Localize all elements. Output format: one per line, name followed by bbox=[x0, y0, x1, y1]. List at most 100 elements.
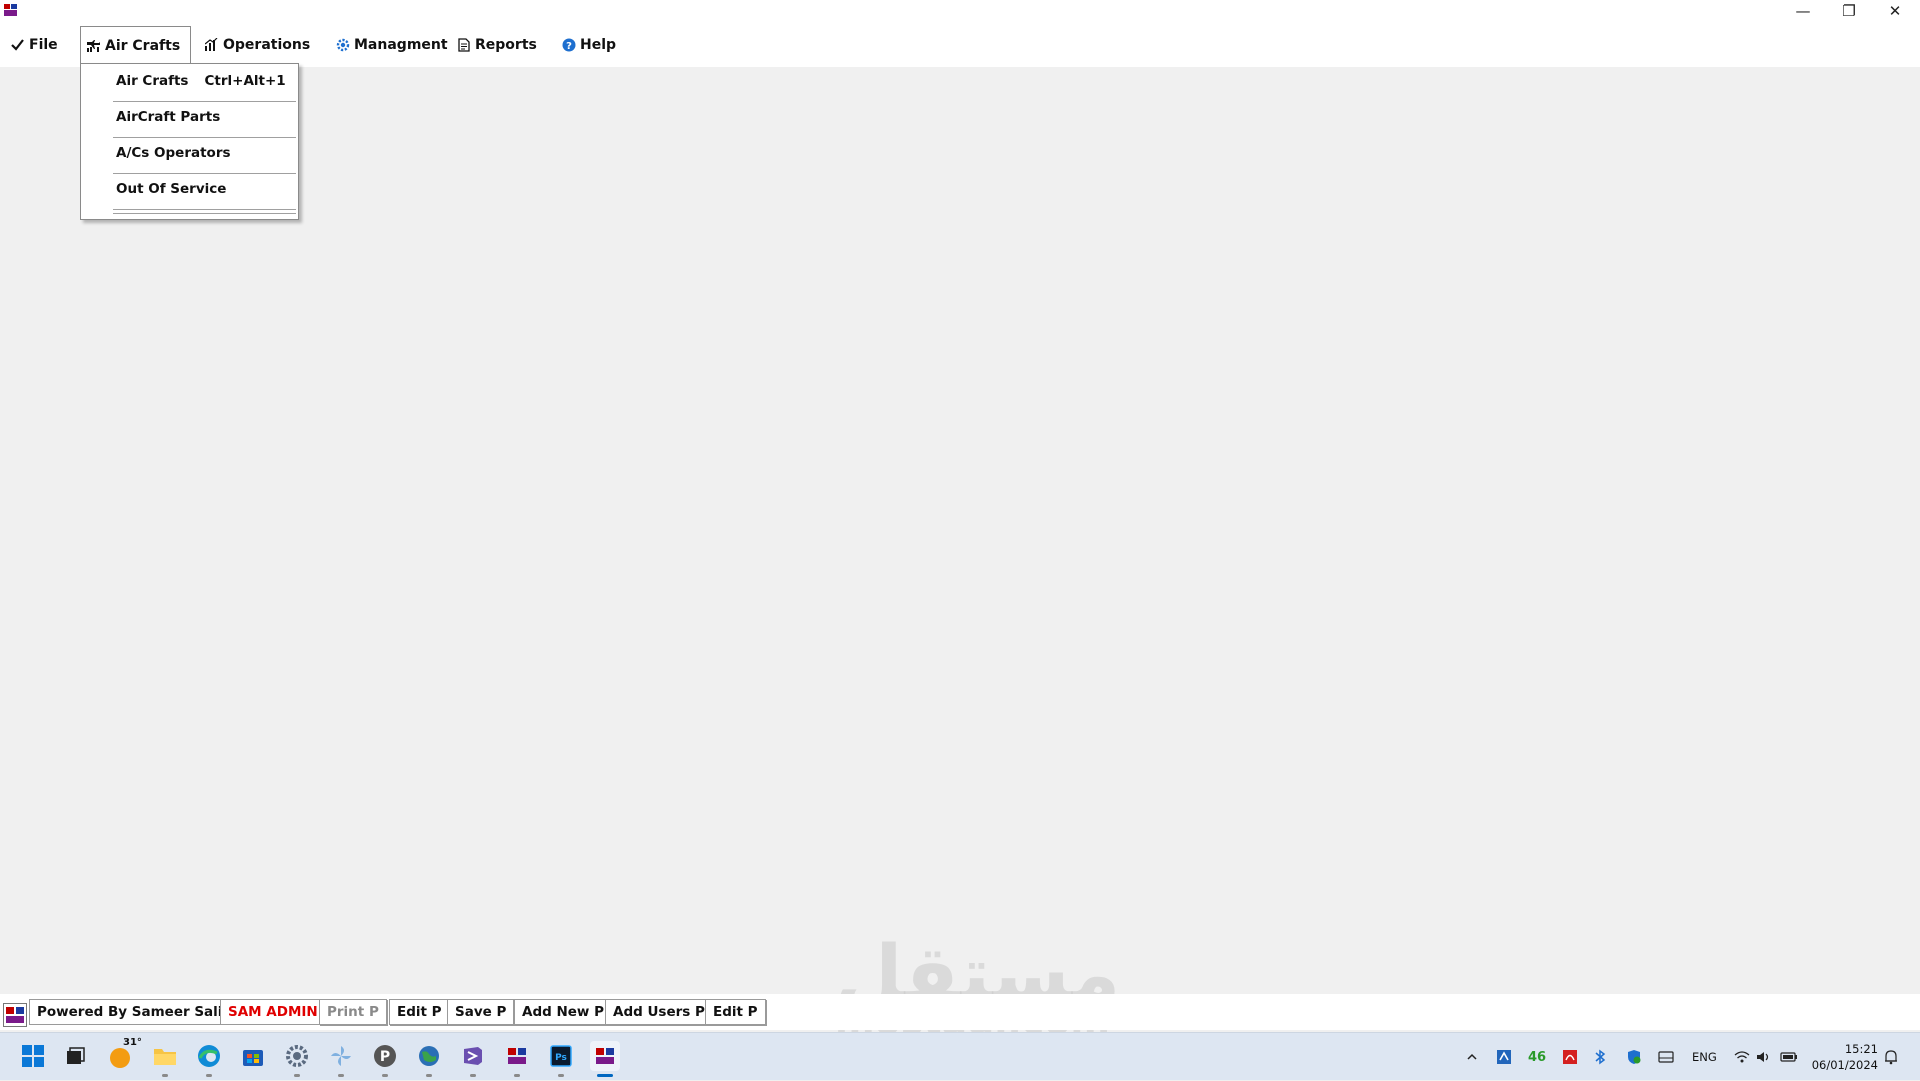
title-bar: — ❐ ✕ bbox=[0, 0, 1920, 22]
bluetooth-icon bbox=[1595, 1049, 1606, 1065]
menu-reports-label: Reports bbox=[475, 36, 537, 53]
help-icon: ? bbox=[561, 37, 576, 52]
photoshop-icon: Ps bbox=[550, 1045, 572, 1067]
menu-separator bbox=[113, 213, 296, 214]
tray-battery-icon[interactable] bbox=[1780, 1033, 1798, 1081]
restore-icon: ❐ bbox=[1842, 2, 1856, 20]
store-icon bbox=[243, 1050, 263, 1066]
dropdown-item-label: Air Crafts bbox=[116, 73, 189, 89]
close-button[interactable]: ✕ bbox=[1872, 0, 1918, 22]
svg-text:Ps: Ps bbox=[555, 1053, 567, 1063]
weather-widget[interactable]: 31° bbox=[105, 1037, 142, 1071]
file-explorer-button[interactable] bbox=[150, 1041, 180, 1077]
status-strip: Powered By Sameer Salih SAM ADMIN Print … bbox=[0, 994, 1920, 1030]
menu-help[interactable]: ? Help bbox=[561, 27, 616, 62]
user-name-text: SAM ADMIN bbox=[228, 1004, 318, 1020]
permission-text: Save P bbox=[455, 1004, 507, 1020]
weather-temperature: 31° bbox=[123, 1037, 142, 1048]
menu-reports[interactable]: Reports bbox=[456, 27, 537, 62]
clock-date: 06/01/2024 bbox=[1811, 1058, 1878, 1072]
print-permission: Print P bbox=[319, 999, 387, 1025]
svg-text:?: ? bbox=[566, 41, 572, 52]
tray-volume-icon[interactable] bbox=[1756, 1033, 1772, 1081]
menu-file-label: File bbox=[29, 36, 58, 53]
globe-icon bbox=[419, 1046, 439, 1066]
task-view-button[interactable] bbox=[60, 1041, 90, 1071]
task-view-icon bbox=[67, 1047, 85, 1064]
wifi-icon bbox=[1734, 1051, 1750, 1063]
windows-icon bbox=[22, 1045, 44, 1067]
clock-time: 15:21 bbox=[1844, 1042, 1878, 1056]
powered-by-text: Powered By Sameer Salih bbox=[37, 1004, 233, 1020]
show-hidden-icons-button[interactable] bbox=[1466, 1033, 1478, 1081]
app-window-button[interactable] bbox=[502, 1041, 532, 1077]
notifications-button[interactable] bbox=[1884, 1033, 1898, 1081]
tray-pdf-icon[interactable] bbox=[1562, 1033, 1578, 1081]
save-permission: Save P bbox=[447, 999, 515, 1025]
active-app-button[interactable] bbox=[590, 1041, 620, 1077]
photoshop-button[interactable]: Ps bbox=[546, 1041, 576, 1077]
minimize-button[interactable]: — bbox=[1780, 0, 1826, 22]
edge-browser-button[interactable] bbox=[194, 1041, 224, 1077]
start-button[interactable] bbox=[18, 1041, 48, 1071]
language-indicator[interactable]: ENG bbox=[1692, 1033, 1717, 1081]
dropdown-item-air-crafts[interactable]: Air Crafts Ctrl+Alt+1 bbox=[116, 64, 286, 98]
settings-gear-icon bbox=[286, 1045, 308, 1067]
visual-studio-button[interactable] bbox=[458, 1041, 488, 1077]
minimize-icon: — bbox=[1795, 2, 1811, 20]
dropdown-item-label: AirCraft Parts bbox=[116, 109, 221, 125]
tray-security-icon[interactable] bbox=[1626, 1033, 1642, 1081]
menu-operations[interactable]: Operations bbox=[204, 27, 310, 62]
dropdown-item-acs-operators[interactable]: A/Cs Operators bbox=[116, 136, 231, 170]
pinwheel-app-button[interactable] bbox=[326, 1041, 356, 1077]
language-text: ENG bbox=[1692, 1050, 1717, 1064]
globe-app-button[interactable] bbox=[414, 1041, 444, 1077]
permission-text: Edit P bbox=[397, 1004, 442, 1020]
tray-drive-icon[interactable] bbox=[1658, 1033, 1674, 1081]
menu-air-crafts[interactable]: Air Crafts bbox=[80, 26, 192, 64]
tray-bluetooth-icon[interactable] bbox=[1594, 1033, 1606, 1081]
tray-badge-text: 46 bbox=[1528, 1049, 1547, 1065]
chevron-up-icon bbox=[1467, 1053, 1477, 1060]
shield-icon bbox=[1628, 1050, 1641, 1064]
menu-managment-label: Managment bbox=[354, 36, 448, 53]
chart-icon bbox=[204, 37, 219, 52]
document-icon bbox=[456, 37, 471, 52]
taskbar-clock[interactable]: 15:21 06/01/2024 bbox=[1812, 1041, 1878, 1073]
store-button[interactable] bbox=[238, 1041, 268, 1071]
user-name-label: SAM ADMIN bbox=[220, 999, 326, 1025]
tray-app-icon[interactable] bbox=[1496, 1033, 1512, 1081]
restore-button[interactable]: ❐ bbox=[1826, 0, 1872, 22]
menu-file[interactable]: File bbox=[10, 27, 58, 62]
gear-icon bbox=[335, 37, 350, 52]
dropdown-item-out-of-service[interactable]: Out Of Service bbox=[116, 172, 226, 206]
app-logo-icon bbox=[3, 1003, 27, 1027]
taskbar: 31° P Ps 46 ENG 15:21 06/01/2024 bbox=[0, 1032, 1920, 1080]
menu-help-label: Help bbox=[580, 36, 617, 53]
speaker-icon bbox=[1757, 1052, 1769, 1062]
tray-badge-count[interactable]: 46 bbox=[1528, 1033, 1546, 1081]
app-logo-icon bbox=[596, 1048, 614, 1064]
battery-icon bbox=[1780, 1052, 1797, 1062]
menu-operations-label: Operations bbox=[223, 36, 311, 53]
permission-text: Edit P bbox=[713, 1004, 758, 1020]
folder-icon bbox=[154, 1049, 176, 1065]
p-app-button[interactable]: P bbox=[370, 1041, 400, 1077]
svg-text:P: P bbox=[380, 1049, 390, 1065]
menu-managment[interactable]: Managment bbox=[335, 27, 448, 62]
settings-button[interactable] bbox=[282, 1041, 312, 1077]
dropdown-item-shortcut: Ctrl+Alt+1 bbox=[204, 73, 286, 89]
menu-separator bbox=[113, 209, 296, 210]
add-new-permission: Add New P bbox=[514, 999, 612, 1025]
close-icon: ✕ bbox=[1888, 2, 1902, 20]
aircraft-icon bbox=[86, 38, 101, 53]
edge-icon bbox=[198, 1045, 220, 1067]
drive-icon bbox=[1658, 1051, 1674, 1063]
app-logo-icon bbox=[508, 1048, 526, 1064]
app-logo-icon bbox=[4, 4, 17, 16]
pinwheel-icon bbox=[331, 1046, 351, 1066]
p-app-icon: P bbox=[374, 1045, 396, 1067]
tray-network-icon[interactable] bbox=[1734, 1033, 1750, 1081]
dropdown-item-aircraft-parts[interactable]: AirCraft Parts bbox=[116, 100, 220, 134]
permission-text: Add Users P bbox=[613, 1004, 705, 1020]
